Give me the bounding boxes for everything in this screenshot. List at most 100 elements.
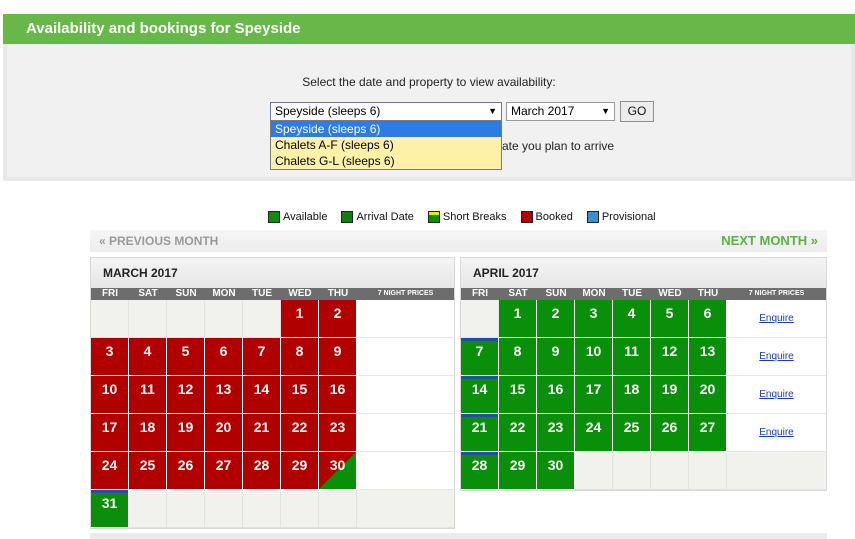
day-cell-booked[interactable]: 18 — [129, 414, 167, 452]
day-cell-available[interactable]: 8 — [499, 338, 537, 376]
empty-day-cell — [243, 490, 281, 528]
day-number: 6 — [219, 343, 228, 359]
day-cell-booked[interactable]: 6 — [205, 338, 243, 376]
day-cell-booked[interactable]: 4 — [129, 338, 167, 376]
day-number: 29 — [509, 457, 526, 473]
day-cell-available[interactable]: 7 — [461, 338, 499, 376]
day-number: 25 — [139, 457, 156, 473]
day-cell-booked[interactable]: 15 — [281, 376, 319, 414]
legend-item-booked: Booked — [520, 211, 573, 223]
day-number: 17 — [101, 419, 118, 435]
day-cell-booked[interactable]: 5 — [167, 338, 205, 376]
day-cell-available[interactable]: 18 — [613, 376, 651, 414]
day-cell-available[interactable]: 23 — [537, 414, 575, 452]
day-number: 1 — [513, 305, 522, 321]
day-cell-available[interactable]: 3 — [575, 300, 613, 338]
day-cell-available[interactable]: 21 — [461, 414, 499, 452]
day-cell-available[interactable]: 26 — [651, 414, 689, 452]
day-cell-booked[interactable]: 16 — [319, 376, 357, 414]
enquire-link[interactable]: Enquire — [759, 427, 793, 438]
day-cell-booked[interactable]: 17 — [91, 414, 129, 452]
day-cell-available[interactable]: 9 — [537, 338, 575, 376]
day-cell-booked[interactable]: 2 — [319, 300, 357, 338]
day-cell-booked[interactable]: 13 — [205, 376, 243, 414]
month-select[interactable]: March 2017 ▼ — [506, 102, 615, 121]
day-cell-booked[interactable]: 3 — [91, 338, 129, 376]
day-cell-available[interactable]: 28 — [461, 452, 499, 490]
day-cell-booked[interactable]: 29 — [281, 452, 319, 490]
previous-month-link[interactable]: « PREVIOUS MONTH — [99, 230, 218, 252]
go-button[interactable]: GO — [620, 101, 654, 122]
day-cell-booked[interactable]: 22 — [281, 414, 319, 452]
day-number: 2 — [551, 305, 560, 321]
day-cell-booked[interactable]: 25 — [129, 452, 167, 490]
weekday-header: THU — [697, 288, 719, 299]
day-cell-available[interactable]: 30 — [537, 452, 575, 490]
day-cell-booked[interactable]: 8 — [281, 338, 319, 376]
day-cell-available[interactable]: 31 — [91, 490, 129, 528]
next-month-link[interactable]: NEXT MONTH » — [721, 230, 818, 252]
dropdown-option[interactable]: Speyside (sleeps 6) — [271, 121, 501, 137]
day-cell-available[interactable]: 14 — [461, 376, 499, 414]
day-cell-available[interactable]: 17 — [575, 376, 613, 414]
day-number: 6 — [703, 305, 712, 321]
day-cell-booked[interactable]: 21 — [243, 414, 281, 452]
dropdown-option[interactable]: Chalets G-L (sleeps 6) — [271, 153, 501, 169]
day-cell-booked[interactable]: 1 — [281, 300, 319, 338]
weekday-header: FRI — [471, 288, 489, 299]
day-number: 24 — [585, 419, 602, 435]
day-cell-booked[interactable]: 9 — [319, 338, 357, 376]
day-cell-available[interactable]: 1 — [499, 300, 537, 338]
day-cell-booked[interactable]: 14 — [243, 376, 281, 414]
enquire-link[interactable]: Enquire — [759, 313, 793, 324]
day-number: 11 — [140, 381, 155, 397]
day-cell-available[interactable]: 10 — [575, 338, 613, 376]
day-cell-booked[interactable]: 20 — [205, 414, 243, 452]
day-cell-available[interactable]: 24 — [575, 414, 613, 452]
day-cell-available[interactable]: 27 — [689, 414, 727, 452]
day-number: 2 — [333, 305, 342, 321]
enquire-link[interactable]: Enquire — [759, 389, 793, 400]
week-price-cell: Enquire — [727, 338, 826, 376]
day-cell-available[interactable]: 25 — [613, 414, 651, 452]
day-cell-available[interactable]: 12 — [651, 338, 689, 376]
day-cell-available[interactable]: 5 — [651, 300, 689, 338]
dropdown-option[interactable]: Chalets A-F (sleeps 6) — [271, 137, 501, 153]
day-cell-available[interactable]: 15 — [499, 376, 537, 414]
day-number: 20 — [215, 419, 232, 435]
day-cell-booked[interactable]: 27 — [205, 452, 243, 490]
day-cell-booked[interactable]: 11 — [129, 376, 167, 414]
day-cell-available[interactable]: 11 — [613, 338, 651, 376]
day-cell-available[interactable]: 19 — [651, 376, 689, 414]
day-cell-booked[interactable]: 10 — [91, 376, 129, 414]
day-cell-split[interactable]: 30 — [319, 452, 357, 490]
day-number: 15 — [291, 381, 308, 397]
day-cell-available[interactable]: 4 — [613, 300, 651, 338]
day-cell-booked[interactable]: 7 — [243, 338, 281, 376]
day-cell-booked[interactable]: 24 — [91, 452, 129, 490]
day-cell-available[interactable]: 20 — [689, 376, 727, 414]
day-cell-available[interactable]: 16 — [537, 376, 575, 414]
day-cell-available[interactable]: 22 — [499, 414, 537, 452]
day-cell-available[interactable]: 6 — [689, 300, 727, 338]
day-cell-booked[interactable]: 12 — [167, 376, 205, 414]
day-number: 27 — [215, 457, 232, 473]
weekday-header: MON — [212, 288, 236, 299]
day-cell-booked[interactable]: 26 — [167, 452, 205, 490]
day-number: 11 — [624, 343, 639, 359]
day-cell-booked[interactable]: 19 — [167, 414, 205, 452]
day-number: 19 — [661, 381, 678, 397]
day-number: 4 — [627, 305, 636, 321]
day-cell-available[interactable]: 2 — [537, 300, 575, 338]
day-cell-booked[interactable]: 28 — [243, 452, 281, 490]
enquire-link[interactable]: Enquire — [759, 351, 793, 362]
day-cell-available[interactable]: 29 — [499, 452, 537, 490]
day-cell-available[interactable]: 13 — [689, 338, 727, 376]
chevron-down-icon: ▼ — [488, 106, 497, 116]
day-cell-booked[interactable]: 23 — [319, 414, 357, 452]
property-dropdown-list: Speyside (sleeps 6) Chalets A-F (sleeps … — [270, 120, 502, 170]
weekday-header: TUE — [252, 288, 272, 299]
prices-header: 7 NIGHT PRICES — [377, 290, 434, 297]
legend-label: Short Breaks — [442, 211, 507, 223]
property-select[interactable]: Speyside (sleeps 6) ▼ — [270, 102, 502, 121]
